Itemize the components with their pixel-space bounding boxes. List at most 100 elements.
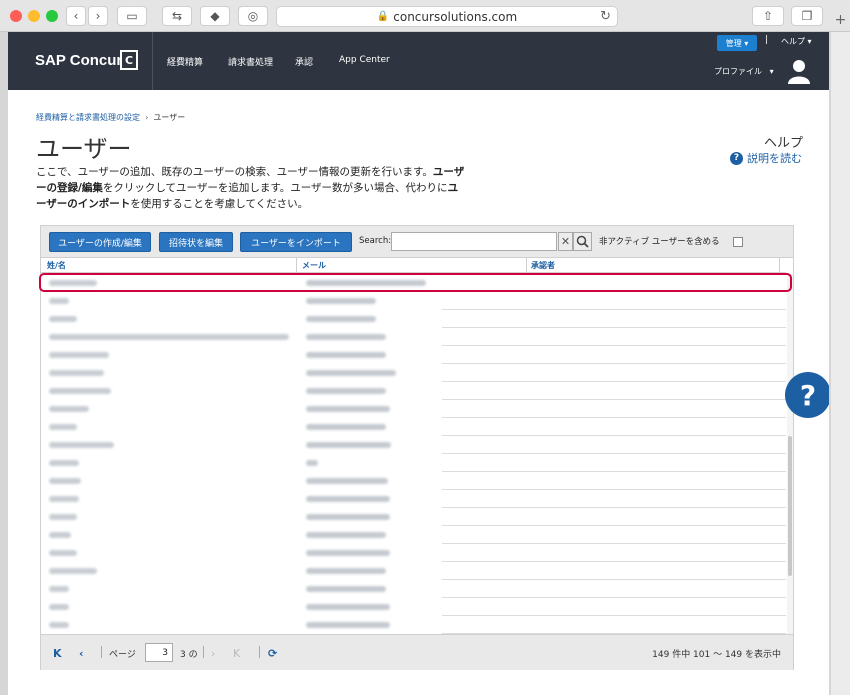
nav-pipe: | [765, 35, 769, 45]
redacted-email [306, 568, 386, 574]
profile-menu[interactable]: プロファイル ▾ [714, 66, 774, 77]
logo-mark: C [120, 50, 138, 70]
next-page-icon[interactable]: › [211, 647, 215, 660]
tabs-icon[interactable]: ❐ [791, 6, 823, 26]
import-users-button[interactable]: ユーザーをインポート [240, 232, 352, 252]
redacted-email [306, 424, 386, 430]
table-row[interactable] [41, 598, 786, 616]
column-divider[interactable] [779, 258, 780, 273]
last-page-icon[interactable]: K [233, 647, 240, 660]
reload-icon[interactable]: ↻ [600, 9, 611, 24]
page-scrollbar[interactable] [831, 32, 850, 695]
table-row[interactable] [41, 454, 786, 472]
edit-invitation-button[interactable]: 招待状を編集 [159, 232, 233, 252]
minimize-window-button[interactable] [28, 10, 40, 22]
table-row[interactable] [41, 472, 786, 490]
breadcrumb-current: ユーザー [153, 113, 186, 122]
table-row[interactable] [41, 544, 786, 562]
avatar-icon[interactable] [788, 58, 810, 84]
redacted-email [306, 352, 386, 358]
highlighted-row-outline [39, 273, 792, 292]
breadcrumb-chevron-icon: › [142, 113, 151, 122]
forward-icon[interactable]: › [88, 6, 108, 26]
back-icon[interactable]: ‹ [66, 6, 86, 26]
grid-toolbar: ユーザーの作成/編集 招待状を編集 ユーザーをインポート Search: ✕ 非… [41, 226, 793, 258]
prev-page-icon[interactable]: ‹ [79, 647, 84, 660]
extension-icon[interactable]: ⇆ [162, 6, 192, 26]
share-icon[interactable]: ⇧ [752, 6, 784, 26]
clear-search-icon[interactable]: ✕ [558, 232, 573, 251]
logo[interactable]: SAP Concur [35, 52, 122, 69]
breadcrumb-parent[interactable]: 経費精算と請求書処理の設定 [36, 113, 140, 122]
desc-text-1: ここで、ユーザーの追加、既存のユーザーの検索、ユーザー情報の更新を行います。 [36, 166, 433, 178]
table-row[interactable] [41, 526, 786, 544]
table-row[interactable] [41, 616, 786, 634]
close-window-button[interactable] [10, 10, 22, 22]
redacted-name [49, 460, 79, 466]
pager-divider [203, 646, 204, 658]
column-header-approver[interactable]: 承認者 [531, 260, 555, 271]
read-instructions-link[interactable]: ? 説明を読む [730, 150, 802, 166]
nav-item-app-center[interactable]: App Center [339, 55, 390, 65]
first-page-icon[interactable]: K [53, 647, 62, 660]
table-row[interactable] [41, 364, 786, 382]
redacted-name [49, 298, 69, 304]
redacted-email [306, 622, 390, 628]
table-row[interactable] [41, 382, 786, 400]
redacted-email [306, 334, 386, 340]
column-header-email[interactable]: メール [302, 260, 326, 271]
web-page: SAP Concur C 経費精算 請求書処理 承認 App Center 管理… [8, 32, 829, 695]
table-row[interactable] [41, 400, 786, 418]
redacted-email [306, 604, 390, 610]
column-header-name[interactable]: 姓/名 [47, 260, 66, 271]
redacted-name [49, 352, 109, 358]
profile-label: プロファイル [714, 67, 762, 76]
help-menu[interactable]: ヘルプ ▾ [781, 36, 812, 47]
nav-item-expense[interactable]: 経費精算 [167, 55, 203, 68]
floating-help-icon[interactable]: ? [785, 372, 829, 418]
redacted-name [49, 604, 69, 610]
table-row[interactable] [41, 562, 786, 580]
refresh-icon[interactable]: ⟳ [268, 647, 277, 660]
table-row[interactable] [41, 508, 786, 526]
redacted-email [306, 550, 390, 556]
redacted-email [306, 388, 386, 394]
column-divider[interactable] [526, 258, 527, 273]
redacted-name [49, 334, 289, 340]
table-row[interactable] [41, 346, 786, 364]
zoom-window-button[interactable] [46, 10, 58, 22]
redacted-name [49, 550, 77, 556]
table-row[interactable] [41, 418, 786, 436]
table-row[interactable] [41, 328, 786, 346]
admin-menu-button[interactable]: 管理 ▾ [717, 35, 757, 51]
table-row[interactable] [41, 292, 786, 310]
sidebar-icon[interactable]: ▭ [117, 6, 147, 26]
redacted-email [306, 406, 390, 412]
nav-item-invoice[interactable]: 請求書処理 [228, 55, 273, 68]
address-bar[interactable]: 🔒 concursolutions.com ↻ [276, 6, 618, 27]
globe-icon[interactable]: ◎ [238, 6, 268, 26]
page-number-input[interactable]: 3 [145, 643, 173, 662]
read-link-label: 説明を読む [747, 152, 802, 165]
new-tab-icon[interactable]: + [831, 10, 850, 29]
column-divider[interactable] [296, 258, 297, 273]
redacted-email [306, 460, 318, 466]
redacted-email [306, 442, 391, 448]
include-inactive-checkbox[interactable] [733, 237, 743, 247]
table-row[interactable] [41, 580, 786, 598]
table-row[interactable] [41, 490, 786, 508]
breadcrumb: 経費精算と請求書処理の設定 › ユーザー [36, 112, 185, 123]
search-icon[interactable] [573, 232, 592, 251]
redacted-email [306, 586, 386, 592]
redacted-name [49, 496, 79, 502]
grid-scroll-thumb[interactable] [788, 436, 792, 576]
nav-item-approvals[interactable]: 承認 [295, 55, 313, 68]
shield-icon[interactable]: ◆ [200, 6, 230, 26]
table-row[interactable] [41, 436, 786, 454]
page-of-label: 3 の [180, 650, 198, 660]
search-input[interactable] [391, 232, 557, 251]
include-inactive-label: 非アクティブ ユーザーを含める [599, 237, 720, 247]
create-edit-user-button[interactable]: ユーザーの作成/編集 [49, 232, 151, 252]
page-title: ユーザー [36, 135, 132, 163]
table-row[interactable] [41, 310, 786, 328]
